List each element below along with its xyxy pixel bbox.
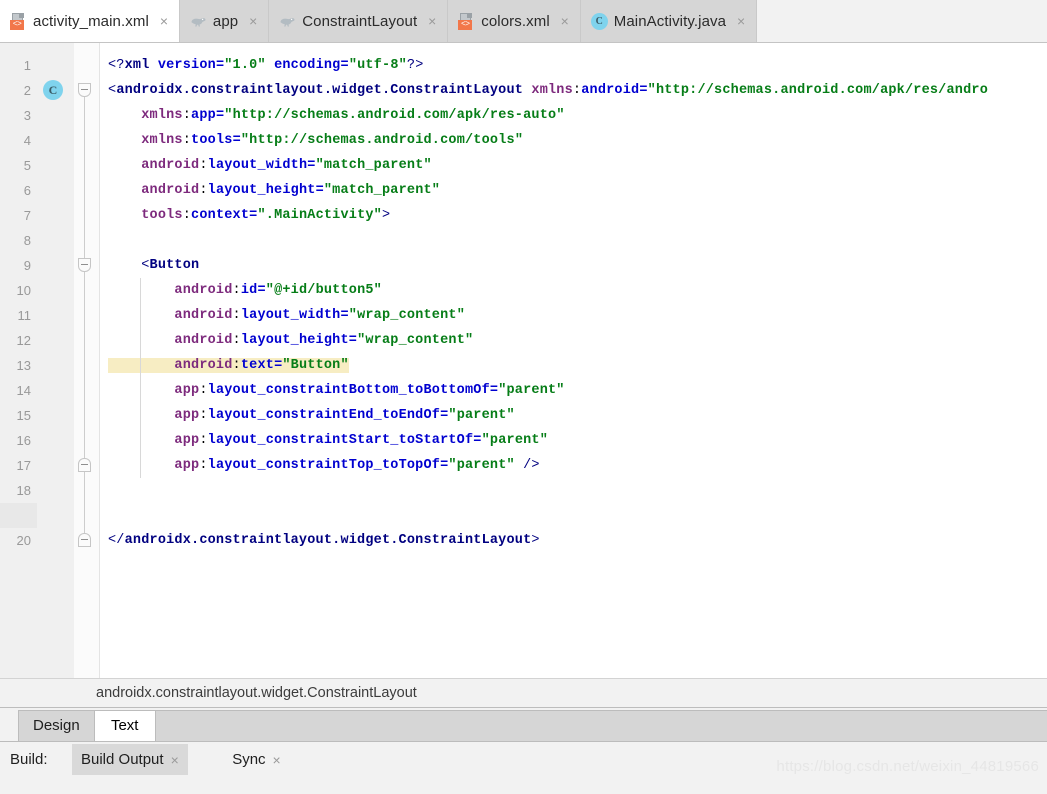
watermark-text: https://blog.csdn.net/weixin_44819566 bbox=[776, 758, 1039, 775]
close-icon[interactable]: × bbox=[247, 14, 259, 28]
editor-tab-mainactivity-java[interactable]: C MainActivity.java × bbox=[580, 0, 758, 42]
editor-tab-colors-xml[interactable]: <> colors.xml × bbox=[448, 0, 581, 42]
line-number: 10 bbox=[16, 283, 31, 298]
fold-toggle-collapse-end[interactable] bbox=[78, 458, 91, 472]
code-line[interactable]: xmlns:app="http://schemas.android.com/ap… bbox=[100, 103, 1047, 128]
build-tab-build-output[interactable]: Build Output × bbox=[72, 744, 188, 775]
code-line[interactable]: android:text="Button" bbox=[100, 353, 1047, 378]
gutter-icon-column[interactable]: C bbox=[37, 43, 74, 678]
line-number: 2 bbox=[23, 83, 31, 98]
line-number: 11 bbox=[17, 308, 32, 323]
editor-tab-bar: <> activity_main.xml × app × ConstraintLayout… bbox=[0, 0, 1047, 43]
code-line[interactable]: xmlns:tools="http://schemas.android.com/… bbox=[100, 128, 1047, 153]
code-line[interactable] bbox=[100, 228, 1047, 253]
line-number: 9 bbox=[23, 258, 31, 273]
code-folding-column[interactable] bbox=[74, 43, 100, 678]
line-number: 4 bbox=[23, 133, 31, 148]
code-editor[interactable]: 1234567891011121314151617181920 C <?xml … bbox=[0, 43, 1047, 678]
editor-tab-constraintlayout[interactable]: ConstraintLayout × bbox=[269, 0, 449, 42]
breadcrumb-path[interactable]: androidx.constraintlayout.widget.Constra… bbox=[96, 679, 417, 708]
code-line[interactable]: app:layout_constraintStart_toStartOf="pa… bbox=[100, 428, 1047, 453]
line-number: 15 bbox=[16, 408, 31, 423]
code-line[interactable]: android:layout_height="wrap_content" bbox=[100, 328, 1047, 353]
editor-tab-label: activity_main.xml bbox=[33, 12, 149, 30]
build-tab-label: Sync bbox=[232, 751, 266, 768]
line-number: 7 bbox=[23, 208, 31, 223]
code-line[interactable]: android:layout_height="match_parent" bbox=[100, 178, 1047, 203]
code-line[interactable]: </androidx.constraintlayout.widget.Const… bbox=[100, 528, 1047, 553]
fold-toggle-expanded[interactable] bbox=[78, 258, 91, 272]
code-line[interactable] bbox=[100, 478, 1047, 503]
build-tab-label: Build Output bbox=[81, 751, 164, 768]
editor-tab-label: app bbox=[212, 12, 239, 30]
line-number: 13 bbox=[16, 358, 31, 373]
class-gutter-icon[interactable]: C bbox=[43, 80, 63, 100]
editor-tab-label: MainActivity.java bbox=[613, 12, 727, 30]
code-line[interactable]: android:layout_width="match_parent" bbox=[100, 153, 1047, 178]
code-text-area[interactable]: <?xml version="1.0" encoding="utf-8"?> <a… bbox=[100, 43, 1047, 678]
line-number: 6 bbox=[23, 183, 31, 198]
line-number-gutter[interactable]: 1234567891011121314151617181920 bbox=[0, 43, 37, 678]
code-line[interactable]: <androidx.constraintlayout.widget.Constr… bbox=[100, 78, 1047, 103]
gradle-elephant-icon bbox=[190, 13, 207, 30]
build-label: Build: bbox=[10, 751, 48, 768]
indent-guide bbox=[140, 278, 142, 478]
design-text-tab-filler bbox=[154, 710, 1047, 741]
code-line[interactable]: android:layout_width="wrap_content" bbox=[100, 303, 1047, 328]
editor-tab-app[interactable]: app × bbox=[179, 0, 270, 42]
code-line[interactable]: app:layout_constraintBottom_toBottomOf="… bbox=[100, 378, 1047, 403]
close-icon[interactable]: × bbox=[426, 14, 438, 28]
xml-file-icon: <> bbox=[10, 12, 27, 30]
close-icon[interactable]: × bbox=[559, 14, 571, 28]
close-icon[interactable]: × bbox=[171, 753, 179, 767]
tab-text[interactable]: Text bbox=[93, 710, 156, 741]
breadcrumb-bar[interactable]: androidx.constraintlayout.widget.Constra… bbox=[0, 678, 1047, 708]
line-number: 14 bbox=[16, 383, 31, 398]
build-tab-sync[interactable]: Sync × bbox=[223, 744, 290, 775]
fold-toggle-expanded[interactable] bbox=[78, 83, 91, 97]
editor-tab-activity-main-xml[interactable]: <> activity_main.xml × bbox=[0, 0, 180, 42]
code-line[interactable]: tools:context=".MainActivity"> bbox=[100, 203, 1047, 228]
code-line[interactable] bbox=[100, 503, 1047, 528]
line-number: 17 bbox=[16, 458, 31, 473]
line-number: 1 bbox=[23, 58, 31, 73]
editor-tab-label: ConstraintLayout bbox=[302, 12, 418, 30]
code-line[interactable]: android:id="@+id/button5" bbox=[100, 278, 1047, 303]
design-text-tab-bar: Design Text bbox=[0, 708, 1047, 742]
close-icon[interactable]: × bbox=[273, 753, 281, 767]
line-number: 20 bbox=[16, 533, 31, 548]
close-icon[interactable]: × bbox=[158, 14, 170, 28]
xml-file-icon: <> bbox=[458, 12, 475, 30]
code-line[interactable]: app:layout_constraintTop_toTopOf="parent… bbox=[100, 453, 1047, 478]
editor-tab-label: colors.xml bbox=[481, 12, 550, 30]
caret-line-gutter-highlight bbox=[0, 503, 37, 528]
fold-region-stem bbox=[84, 272, 85, 458]
gradle-elephant-icon bbox=[279, 13, 296, 30]
fold-toggle-collapse-end[interactable] bbox=[78, 533, 91, 547]
line-number: 8 bbox=[23, 233, 31, 248]
code-line[interactable]: app:layout_constraintEnd_toEndOf="parent… bbox=[100, 403, 1047, 428]
java-class-icon: C bbox=[590, 12, 608, 30]
tab-bar-filler bbox=[757, 0, 1047, 42]
line-number: 5 bbox=[23, 158, 31, 173]
code-line[interactable]: <Button bbox=[100, 253, 1047, 278]
line-number: 12 bbox=[16, 333, 31, 348]
line-number: 18 bbox=[16, 483, 31, 498]
line-number: 16 bbox=[16, 433, 31, 448]
line-number: 3 bbox=[23, 108, 31, 123]
close-icon[interactable]: × bbox=[735, 14, 747, 28]
code-line[interactable]: <?xml version="1.0" encoding="utf-8"?> bbox=[100, 53, 1047, 78]
tab-design[interactable]: Design bbox=[18, 710, 95, 741]
